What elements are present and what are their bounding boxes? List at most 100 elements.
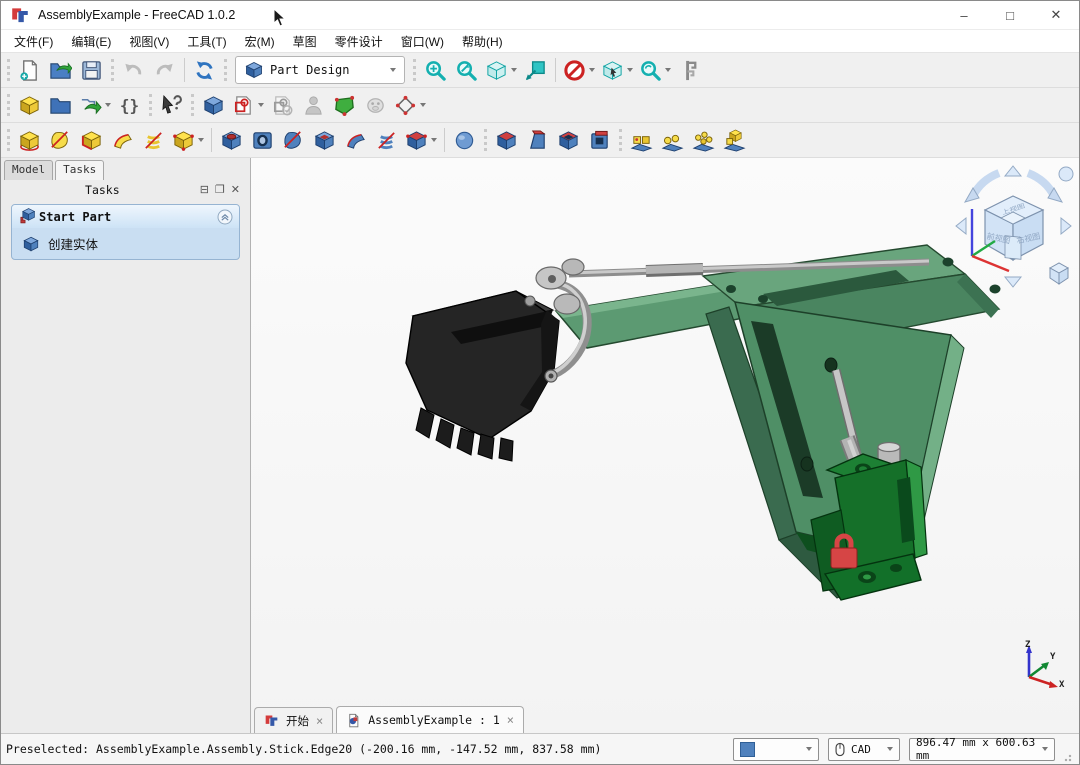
attach-sketch-button[interactable] [299,91,328,120]
fit-selection-button[interactable] [452,56,481,85]
dock-float-button[interactable]: ❐ [212,183,228,196]
workbench-selector[interactable]: Part Design [235,56,405,84]
navigation-cube[interactable]: 上视图 前视图 右视图 [951,164,1076,289]
navigation-style-dropdown[interactable]: CAD [828,738,900,761]
mirrored-button[interactable] [627,126,656,155]
nav-arrow-right[interactable] [1061,218,1071,234]
tab-start-page[interactable]: 开始 × [254,707,333,733]
toolbar-grip[interactable] [111,59,114,81]
toolbar-grip[interactable] [7,129,10,151]
toolbar-grip[interactable] [413,59,416,81]
toolbar-grip[interactable] [7,59,10,81]
nav-orbit-dot[interactable] [1059,167,1073,181]
style-dropdown[interactable] [733,738,819,761]
pad-button[interactable] [15,126,44,155]
zoom-tools-button[interactable] [637,56,673,85]
nav-arrow-up[interactable] [1005,166,1021,176]
multitransform-button[interactable] [720,126,749,155]
close-button[interactable]: ✕ [1033,1,1079,29]
tab-assembly-document[interactable]: AssemblyExample : 1 × [336,706,524,733]
collapse-chevron-icon[interactable] [217,209,233,225]
3d-viewport[interactable]: 上视图 前视图 右视图 [251,158,1079,733]
pocket-button[interactable] [217,126,246,155]
validate-sketch-button[interactable] [392,91,428,120]
shell-button[interactable] [585,126,614,155]
menu-tools[interactable]: 工具(T) [178,31,235,52]
new-file-button[interactable] [15,56,44,85]
menu-partdesign[interactable]: 零件设计 [326,31,392,52]
expression-button[interactable]: {} [115,91,144,120]
menu-window[interactable]: 窗口(W) [392,31,453,52]
undo-button[interactable] [119,56,148,85]
additive-pipe-button[interactable] [108,126,137,155]
nav-arrow-down[interactable] [1005,277,1021,287]
toolbar-grip[interactable] [7,94,10,116]
axonometric-view-button[interactable] [483,56,519,85]
menu-macro[interactable]: 宏(M) [236,31,284,52]
chamfer-button[interactable] [492,126,521,155]
draft-button[interactable] [523,126,552,155]
create-sketch-button[interactable] [230,91,266,120]
dock-close-button[interactable]: ✕ [228,183,243,196]
create-group-button[interactable] [46,91,75,120]
toolbar-grip[interactable] [224,59,227,81]
link-button[interactable] [77,91,113,120]
axis-x-label: X [1059,680,1065,690]
linear-pattern-button[interactable] [658,126,687,155]
hole-button[interactable] [248,126,277,155]
subtractive-primitive-button[interactable] [403,126,439,155]
create-body-button[interactable] [199,91,228,120]
fit-all-button[interactable] [421,56,450,85]
rotate-left-arrow-icon[interactable] [965,173,999,202]
selection-view-button[interactable] [599,56,635,85]
edit-sketch-button[interactable] [268,91,297,120]
tab-close-icon[interactable]: × [316,714,323,728]
nav-cube-body[interactable]: 上视图 前视图 右视图 [985,196,1043,260]
resize-grip[interactable] [1064,752,1074,762]
nav-arrow-left[interactable] [956,218,966,234]
open-file-button[interactable] [46,56,75,85]
additive-loft-button[interactable] [77,126,106,155]
view-dimensions-dropdown[interactable]: 896.47 mm x 600.63 mm [909,738,1055,761]
rotate-right-arrow-icon[interactable] [1028,173,1062,202]
maximize-button[interactable]: □ [987,1,1033,29]
bucket-part[interactable] [406,291,559,461]
create-part-button[interactable] [15,91,44,120]
map-sketch-button[interactable] [330,91,359,120]
thickness-button[interactable] [554,126,583,155]
dock-minimize-button[interactable]: ⊟ [197,183,212,196]
measure-button[interactable] [675,56,704,85]
tab-close-icon[interactable]: × [507,713,514,727]
menu-help[interactable]: 帮助(H) [453,31,512,52]
additive-primitive-button[interactable] [170,126,206,155]
tab-model[interactable]: Model [4,160,53,180]
save-button[interactable] [77,56,106,85]
toolbar-grip[interactable] [191,94,194,116]
tab-tasks[interactable]: Tasks [55,160,104,180]
reorient-sketch-button[interactable] [361,91,390,120]
fillet-button[interactable] [450,126,479,155]
whats-this-button[interactable] [157,91,186,120]
menu-view[interactable]: 视图(V) [120,31,178,52]
subtractive-loft-button[interactable] [310,126,339,155]
polar-pattern-button[interactable] [689,126,718,155]
create-solid-item[interactable]: 创建实体 [12,228,239,259]
toolbar-grip[interactable] [619,129,622,151]
refresh-button[interactable] [190,56,219,85]
menu-edit[interactable]: 编辑(E) [62,31,120,52]
redo-button[interactable] [150,56,179,85]
revolution-button[interactable] [46,126,75,155]
subtractive-pipe-button[interactable] [341,126,370,155]
additive-helix-button[interactable] [139,126,168,155]
menu-file[interactable]: 文件(F) [5,31,62,52]
mini-cube-icon[interactable] [1050,263,1068,284]
toolbar-grip[interactable] [484,129,487,151]
toolbar-grip[interactable] [149,94,152,116]
start-part-header[interactable]: Start Part [12,205,239,228]
sync-view-button[interactable] [521,56,550,85]
subtractive-helix-button[interactable] [372,126,401,155]
groove-button[interactable] [279,126,308,155]
menu-sketch[interactable]: 草图 [284,31,326,52]
minimize-button[interactable]: – [941,1,987,29]
draw-style-button[interactable] [561,56,597,85]
